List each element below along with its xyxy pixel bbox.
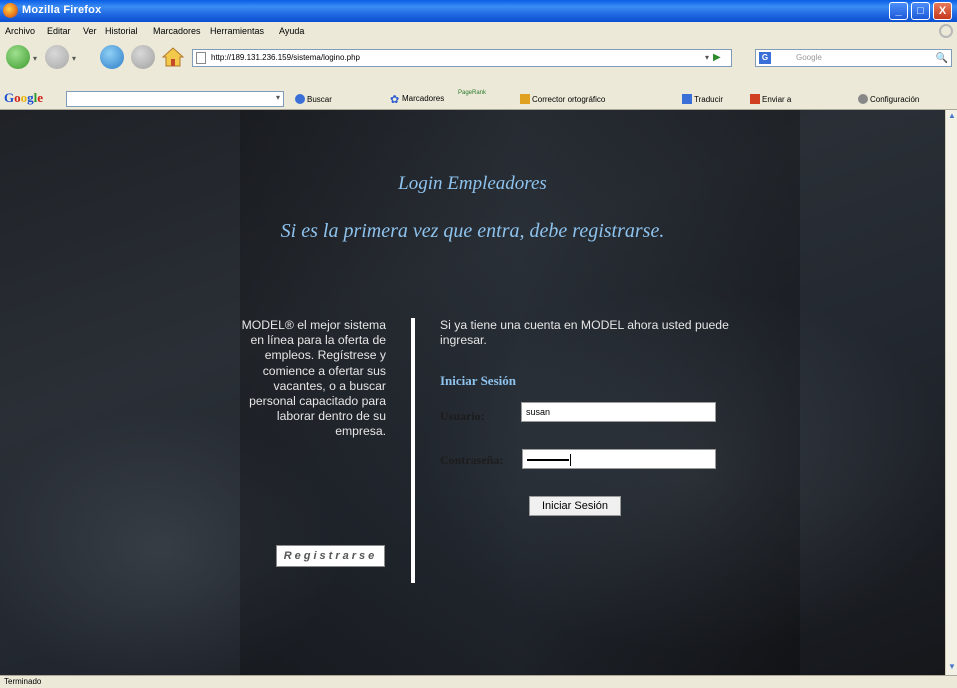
scroll-up-icon[interactable]: ▲	[948, 112, 956, 120]
stop-button[interactable]	[131, 45, 155, 69]
firefox-icon	[3, 3, 18, 18]
username-input[interactable]: susan	[521, 402, 716, 422]
column-divider	[411, 318, 415, 583]
login-intro-text: Si ya tiene una cuenta en MODEL ahora us…	[440, 318, 729, 348]
menu-marcadores[interactable]: Marcadores	[153, 26, 201, 36]
url-dropdown-icon[interactable]: ▾	[705, 50, 709, 66]
minimize-button[interactable]: _	[889, 2, 908, 20]
login-button[interactable]: Iniciar Sesión	[529, 496, 621, 516]
browser-window: Mozilla Firefox _ □ X Archivo Editar Ver…	[0, 0, 957, 688]
password-mask	[527, 458, 569, 461]
text-caret	[570, 453, 571, 466]
translate-icon	[682, 94, 692, 104]
maximize-button[interactable]: □	[911, 2, 930, 20]
search-box[interactable]: G Google 🔍	[755, 49, 952, 67]
reload-icon	[100, 45, 124, 69]
home-icon	[161, 47, 185, 67]
forward-button[interactable]	[45, 45, 69, 69]
forward-history-dropdown-icon[interactable]: ▾	[72, 54, 76, 63]
page-subtitle: Si es la primera vez que entra, debe reg…	[280, 220, 665, 242]
reload-button[interactable]	[100, 45, 124, 69]
password-label: Contraseña:	[440, 453, 504, 467]
scroll-down-icon[interactable]: ▼	[948, 663, 956, 671]
search-placeholder: Google	[796, 53, 822, 62]
google-bookmarks-button[interactable]: ✿ Marcadores	[390, 94, 444, 106]
back-arrow-icon	[6, 45, 30, 69]
star-icon: ✿	[390, 94, 400, 106]
google-search-button[interactable]: Buscar	[295, 94, 332, 104]
google-search-dropdown-icon[interactable]: ▾	[276, 93, 280, 102]
search-engine-icon[interactable]: G	[759, 52, 771, 64]
google-logo[interactable]: Google	[4, 90, 43, 106]
forward-arrow-icon	[45, 45, 69, 69]
username-label: Usuario:	[440, 409, 485, 423]
menu-historial[interactable]: Historial	[105, 26, 138, 36]
window-title: Mozilla Firefox	[22, 4, 102, 16]
vertical-scrollbar[interactable]: ▲ ▼	[945, 110, 957, 675]
menu-herramientas[interactable]: Herramientas	[210, 26, 264, 36]
status-text: Terminado	[4, 677, 42, 686]
translate-button[interactable]: Traducir	[682, 94, 723, 104]
register-button[interactable]: Registrarse	[276, 545, 385, 567]
gear-icon	[858, 94, 868, 104]
url-text: http://189.131.236.159/sistema/logino.ph…	[211, 53, 360, 62]
login-section-title: Iniciar Sesión	[440, 373, 516, 388]
go-button-icon[interactable]: ▶	[713, 52, 727, 64]
search-icon[interactable]: 🔍	[936, 51, 948, 67]
settings-button[interactable]: Configuración	[858, 94, 919, 104]
menu-archivo[interactable]: Archivo	[5, 26, 35, 36]
password-input[interactable]	[522, 449, 716, 469]
pagerank-button[interactable]: PageRank	[458, 90, 486, 96]
back-history-dropdown-icon[interactable]: ▾	[33, 54, 37, 63]
navigation-toolbar: ▾ ▾ http://189.131.236.159/sistema/login…	[0, 40, 957, 88]
url-bar[interactable]: http://189.131.236.159/sistema/logino.ph…	[192, 49, 732, 67]
google-toolbar: Google ▾ Buscar ✿ Marcadores PageRank Cor…	[0, 88, 957, 110]
google-search-input[interactable]: ▾	[66, 91, 284, 107]
send-to-button[interactable]: Enviar a	[750, 94, 791, 104]
page-title: Login Empleadores	[398, 173, 547, 194]
page-icon	[196, 52, 206, 64]
menu-bar: Archivo Editar Ver Historial Marcadores …	[0, 22, 957, 40]
back-button[interactable]	[6, 45, 30, 69]
promo-text: MODEL® el mejor sistema en línea para la…	[241, 318, 386, 439]
google-g-icon	[295, 94, 305, 104]
page-viewport: Login Empleadores Si es la primera vez q…	[0, 110, 945, 675]
send-arrow-icon	[750, 94, 760, 104]
home-button[interactable]	[161, 47, 185, 67]
status-bar: Terminado	[0, 675, 957, 688]
title-bar: Mozilla Firefox _ □ X	[0, 0, 957, 22]
menu-ver[interactable]: Ver	[83, 26, 97, 36]
stop-icon	[131, 45, 155, 69]
close-button[interactable]: X	[933, 2, 952, 20]
menu-editar[interactable]: Editar	[47, 26, 71, 36]
throbber-icon	[939, 24, 953, 38]
spellcheck-button[interactable]: Corrector ortográfico	[520, 94, 605, 104]
menu-ayuda[interactable]: Ayuda	[279, 26, 304, 36]
spellcheck-icon	[520, 94, 530, 104]
